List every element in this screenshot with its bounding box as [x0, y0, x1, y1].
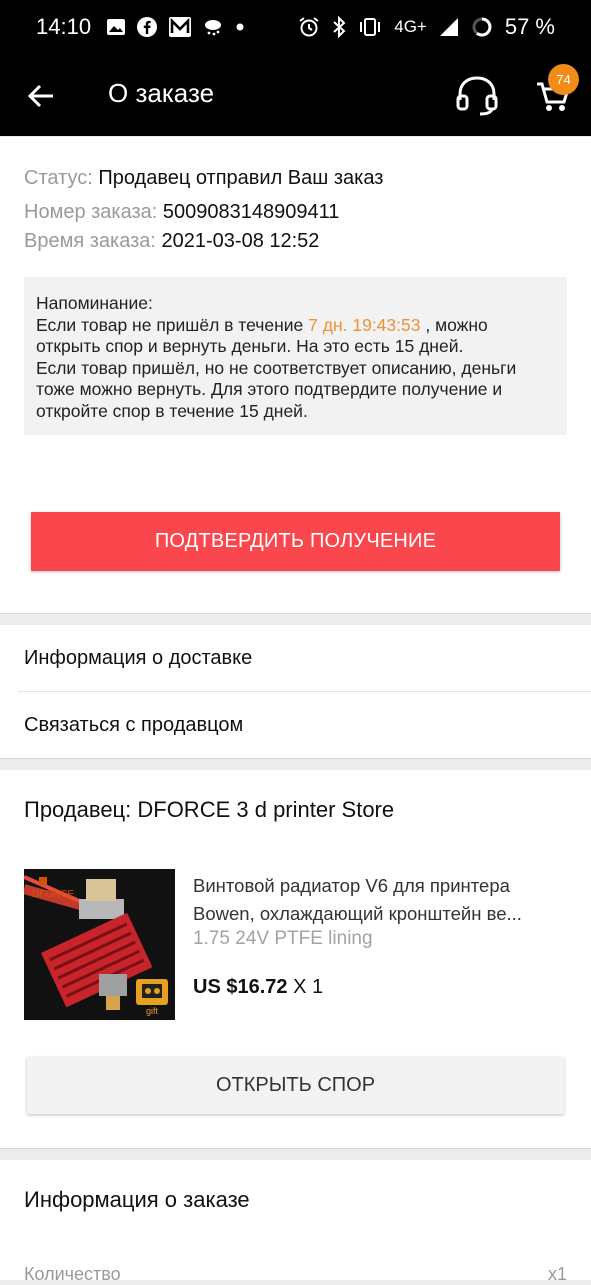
back-arrow-icon[interactable]	[26, 81, 56, 111]
status-time: 14:10	[36, 14, 92, 39]
facebook-icon	[137, 17, 157, 37]
product-variant: 1.75 24V PTFE lining	[193, 928, 373, 949]
seller-title[interactable]: Продавец: DFORCE 3 d printer Store	[24, 797, 394, 823]
vibrate-icon	[360, 18, 381, 36]
battery-icon	[472, 17, 492, 37]
countdown-timer: 7 дн. 19:43:53	[308, 314, 421, 335]
battery-level: 57 %	[504, 14, 555, 39]
weather-icon	[205, 20, 221, 36]
order-number-label: Номер заказа:	[24, 201, 158, 223]
product-image[interactable]: DFORCE gift	[24, 869, 175, 1020]
order-time-row: Время заказа: 2021-03-08 12:52	[24, 230, 319, 253]
support-headset-icon[interactable]	[455, 74, 499, 116]
notification-icons	[106, 14, 246, 40]
quantity-label: Количество	[24, 1264, 121, 1284]
reminder-text: Напоминание: Если товар не пришёл в тече…	[36, 293, 556, 422]
product-name-line1: Винтовой радиатор V6 для принтера	[193, 875, 510, 896]
product-quantity: X 1	[293, 976, 324, 998]
system-icons: 4G+ 57 %	[298, 14, 555, 40]
signal-icon	[439, 18, 458, 36]
product-name-line2: Bowen, охлаждающий кронштейн ве...	[193, 903, 522, 924]
product-price-row: US $16.72 X 1	[193, 976, 323, 999]
contact-seller-item[interactable]: Связаться с продавцом	[0, 692, 591, 758]
order-number-value[interactable]: 5009083148909411	[163, 201, 339, 223]
order-time-value: 2021-03-08 12:52	[161, 230, 320, 252]
alarm-icon	[299, 17, 319, 37]
open-dispute-button[interactable]: ОТКРЫТЬ СПОР	[27, 1057, 564, 1114]
confirm-receipt-button[interactable]: ПОДТВЕРДИТЬ ПОЛУЧЕНИЕ	[31, 512, 560, 571]
contact-seller-label: Связаться с продавцом	[24, 714, 244, 736]
reminder-line2: Если товар пришёл, но не соответствует о…	[36, 357, 517, 421]
product-price: US $16.72	[193, 976, 288, 998]
quantity-value: x1	[547, 1264, 567, 1284]
app-header: О заказе 74	[0, 54, 591, 136]
page-title: О заказе	[108, 78, 215, 108]
product-name[interactable]: Винтовой радиатор V6 для принтера Bowen,…	[193, 872, 569, 928]
m-app-icon	[169, 17, 191, 37]
order-number-row: Номер заказа: 5009083148909411	[24, 201, 339, 224]
delivery-info-label: Информация о доставке	[24, 647, 253, 669]
reminder-box: Напоминание: Если товар не пришёл в тече…	[24, 277, 567, 435]
order-info-card: Информация о заказе Количество x1	[0, 1160, 591, 1284]
status-value: Продавец отправил Ваш заказ	[98, 167, 384, 189]
order-menu-card: Информация о доставке Связаться с продав…	[0, 625, 591, 759]
bluetooth-icon	[333, 16, 346, 38]
dot-icon	[236, 23, 244, 31]
product-image-brand: DFORCE	[32, 889, 75, 900]
status-row: Статус: Продавец отправил Ваш заказ	[24, 167, 383, 190]
network-type: 4G+	[394, 17, 427, 36]
seller-card: Продавец: DFORCE 3 d printer Store DFORC…	[0, 770, 591, 1149]
order-status-card: Статус: Продавец отправил Ваш заказ Номе…	[0, 137, 591, 614]
status-label: Статус:	[24, 167, 93, 189]
delivery-info-item[interactable]: Информация о доставке	[0, 625, 591, 691]
image-icon	[107, 19, 125, 35]
order-info-title: Информация о заказе	[24, 1187, 250, 1212]
reminder-title: Напоминание:	[36, 293, 153, 313]
product-image-gift: gift	[146, 1006, 159, 1016]
order-time-label: Время заказа:	[24, 230, 156, 252]
cart-count-badge: 74	[548, 64, 579, 95]
reminder-line1-before: Если товар не пришёл в течение	[36, 314, 309, 335]
status-bar: 14:10 4G+ 57 %	[0, 0, 591, 54]
